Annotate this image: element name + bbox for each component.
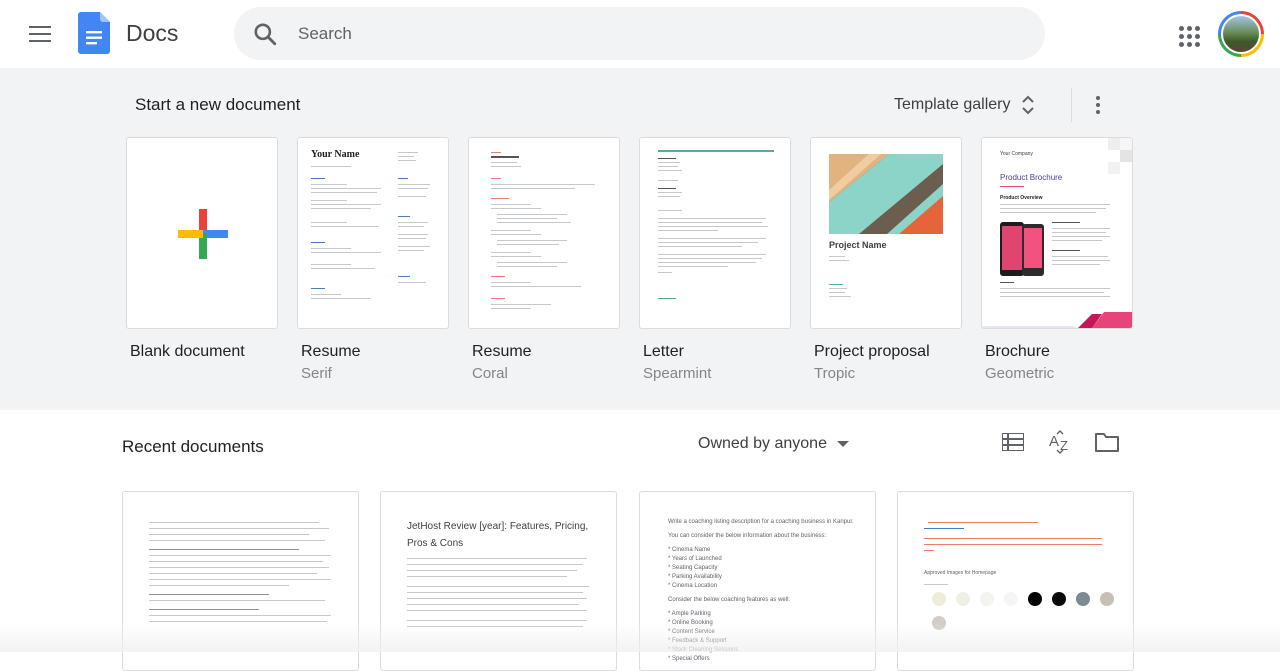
template-name: Letter xyxy=(643,343,684,360)
top-bar: Docs xyxy=(0,0,1280,68)
thumbnail-footer-band xyxy=(982,312,1132,328)
template-thumbnail[interactable] xyxy=(126,137,278,329)
template-name: Brochure xyxy=(985,343,1050,360)
template-section: Start a new document Template gallery Bl… xyxy=(0,68,1280,410)
template-name: Blank document xyxy=(130,343,245,360)
thumbnail-title: Project Name xyxy=(829,240,887,250)
template-name: Project proposal xyxy=(814,343,930,360)
thumbnail-corner-pattern xyxy=(1108,138,1132,174)
docs-logo-icon[interactable] xyxy=(78,12,110,54)
color-swatches xyxy=(932,592,1114,630)
search-icon[interactable] xyxy=(252,21,278,47)
search-input[interactable] xyxy=(298,17,998,50)
template-resume-coral[interactable]: Resume Coral xyxy=(468,137,620,382)
template-name: Resume xyxy=(472,343,532,360)
template-subtitle: Spearmint xyxy=(643,365,712,382)
document-preview: Write a coaching listing description for… xyxy=(668,518,855,664)
sort-button[interactable]: A Z xyxy=(1047,429,1075,455)
app-title[interactable]: Docs xyxy=(126,20,178,47)
preview-line: * Ample Parking xyxy=(668,611,711,617)
open-file-picker-button[interactable] xyxy=(1094,429,1120,455)
main-menu-button[interactable] xyxy=(22,16,58,52)
template-thumbnail[interactable] xyxy=(468,137,620,329)
document-preview-title: JetHost Review [year]: Features, Pricing… xyxy=(407,521,589,549)
more-vert-icon xyxy=(1096,96,1100,100)
template-letter-spearmint[interactable]: Letter Spearmint xyxy=(639,137,791,382)
template-project-proposal[interactable]: Project Name Project proposal Tropic xyxy=(810,137,962,382)
recent-document-card[interactable] xyxy=(122,491,359,671)
svg-text:A: A xyxy=(1049,433,1059,450)
preview-line: Write a coaching listing description for… xyxy=(668,519,854,525)
chevron-down-icon xyxy=(836,441,849,447)
template-resume-serif[interactable]: Your Name Resume Serif xyxy=(297,137,449,382)
preview-line: You can consider the below information a… xyxy=(668,533,827,539)
template-thumbnail[interactable]: Your Company Product Brochure Product Ov… xyxy=(981,137,1133,329)
thumbnail-phones xyxy=(1000,222,1044,276)
thumbnail-section: Product Overview xyxy=(1000,195,1043,201)
menu-icon xyxy=(29,26,51,42)
template-subtitle: Tropic xyxy=(814,365,856,382)
recent-documents-heading: Recent documents xyxy=(122,437,264,456)
recent-documents-section: Recent documents Owned by anyone A Z Jet… xyxy=(0,410,1280,671)
preview-line: * Parking Availability xyxy=(668,574,722,580)
template-name: Resume xyxy=(301,343,361,360)
template-blank[interactable]: Blank document xyxy=(126,137,278,365)
template-gallery-label: Template gallery xyxy=(894,96,1011,113)
template-thumbnail[interactable] xyxy=(639,137,791,329)
thumbnail-company: Your Company xyxy=(1000,151,1033,157)
unfold-icon xyxy=(1021,95,1034,115)
search-bar[interactable] xyxy=(234,7,1045,60)
recent-document-card[interactable]: JetHost Review [year]: Features, Pricing… xyxy=(380,491,617,671)
apps-grid-icon xyxy=(1179,26,1184,31)
preview-line: * Stock Cleaning Sessions xyxy=(668,647,739,653)
thumbnail-title: Your Name xyxy=(311,149,360,160)
account-avatar[interactable] xyxy=(1218,11,1264,57)
document-preview: Approved Images for Homepage xyxy=(924,518,1114,641)
template-more-button[interactable] xyxy=(1082,88,1114,122)
preview-line: * Years of Launched xyxy=(668,556,722,562)
preview-line: Consider the below coaching features as … xyxy=(668,597,791,603)
owner-filter-label: Owned by anyone xyxy=(698,435,827,452)
preview-caption: Approved Images for Homepage xyxy=(924,570,997,576)
preview-line: * Cinema Location xyxy=(668,583,718,589)
thumbnail-graphic xyxy=(829,154,943,234)
recent-document-card[interactable]: Write a coaching listing description for… xyxy=(639,491,876,671)
divider xyxy=(1071,88,1072,122)
preview-line: * Online Booking xyxy=(668,620,713,626)
list-view-button[interactable] xyxy=(1000,429,1026,455)
template-subtitle: Serif xyxy=(301,365,332,382)
svg-text:Z: Z xyxy=(1060,438,1068,453)
google-apps-button[interactable] xyxy=(1170,17,1204,51)
list-view-icon xyxy=(1002,433,1024,451)
template-thumbnail[interactable]: Project Name xyxy=(810,137,962,329)
template-brochure[interactable]: Your Company Product Brochure Product Ov… xyxy=(981,137,1133,382)
document-preview xyxy=(149,518,338,622)
preview-line: * Special Offers xyxy=(668,656,710,662)
preview-line: * Seating Capacity xyxy=(668,565,718,571)
folder-icon xyxy=(1095,433,1119,452)
template-subtitle: Coral xyxy=(472,365,508,382)
owner-filter-dropdown[interactable]: Owned by anyone xyxy=(690,428,857,460)
template-section-heading: Start a new document xyxy=(135,95,301,114)
avatar-image xyxy=(1221,14,1261,54)
sort-az-icon: A Z xyxy=(1049,430,1068,454)
template-subtitle: Geometric xyxy=(985,365,1055,382)
preview-line: * Cinema Name xyxy=(668,547,711,553)
document-preview: JetHost Review [year]: Features, Pricing… xyxy=(407,518,596,627)
preview-line: * Feedback & Support xyxy=(668,638,727,644)
recent-document-card[interactable]: Approved Images for Homepage xyxy=(897,491,1134,671)
plus-icon xyxy=(178,209,228,259)
thumbnail-title: Product Brochure xyxy=(1000,173,1063,182)
template-gallery-button[interactable]: Template gallery xyxy=(882,86,1047,124)
preview-line: * Content Service xyxy=(668,629,715,635)
template-thumbnail[interactable]: Your Name xyxy=(297,137,449,329)
